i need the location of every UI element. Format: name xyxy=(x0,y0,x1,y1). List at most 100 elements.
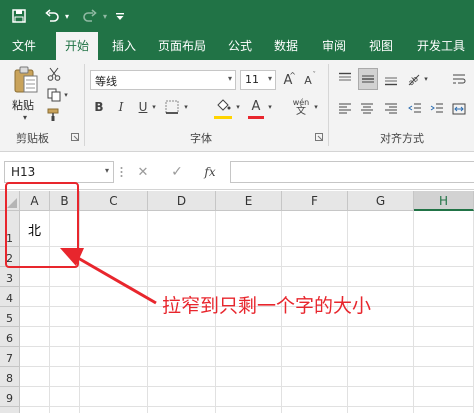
phonetic-icon[interactable]: wén 文 xyxy=(290,96,312,118)
align-bottom-icon[interactable] xyxy=(382,70,400,88)
highlight-box xyxy=(5,182,79,268)
column-header-d[interactable]: D xyxy=(148,191,216,211)
gridline xyxy=(20,286,474,287)
tab-home[interactable]: 开始 xyxy=(56,32,98,60)
paste-dropdown-icon[interactable]: ▾ xyxy=(20,112,30,122)
font-color-icon[interactable]: A xyxy=(248,96,264,116)
font-size-value: 11 xyxy=(245,73,259,86)
chevron-down-icon[interactable]: ▾ xyxy=(228,74,232,83)
tab-review[interactable]: 审阅 xyxy=(314,32,354,60)
chevron-down-icon[interactable]: ▾ xyxy=(266,102,274,112)
tab-view[interactable]: 视图 xyxy=(361,32,401,60)
gridline xyxy=(20,266,474,267)
alignment-group-label: 对齐方式 xyxy=(380,132,424,145)
insert-function-icon[interactable]: fx xyxy=(200,162,220,182)
row-header-3[interactable]: 3 xyxy=(0,267,20,287)
align-top-icon[interactable] xyxy=(336,70,354,88)
column-header-c[interactable]: C xyxy=(80,191,148,211)
fill-color-icon[interactable] xyxy=(214,96,232,116)
format-painter-icon[interactable] xyxy=(46,107,62,123)
align-left-icon[interactable] xyxy=(336,100,354,118)
font-launcher-icon[interactable] xyxy=(314,132,324,142)
enter-icon[interactable]: ✓ xyxy=(168,162,186,182)
shrink-font-icon[interactable]: Aˇ xyxy=(300,70,316,90)
align-center-icon[interactable] xyxy=(358,100,376,118)
borders-icon[interactable] xyxy=(164,98,180,116)
ribbon-home: 粘贴 ▾ ▾ 剪贴板 等线 ▾ 11 ▾ A ^ Aˇ B I U ▾ ▾ ▾ … xyxy=(0,60,474,152)
copy-icon[interactable] xyxy=(46,87,62,103)
column-header-g[interactable]: G xyxy=(348,191,414,211)
copy-dropdown-icon[interactable]: ▾ xyxy=(62,90,70,100)
excel-window: ▾ ▾ 文件 开始 插入 页面布局 公式 数据 审阅 视图 开发工具 粘贴 ▾ xyxy=(0,0,474,413)
row-header-6[interactable]: 6 xyxy=(0,327,20,347)
bold-button[interactable]: B xyxy=(92,98,106,116)
chevron-down-icon[interactable]: ▾ xyxy=(150,102,158,112)
clipboard-group-label: 剪贴板 xyxy=(16,132,49,145)
gridline xyxy=(20,246,474,247)
chevron-down-icon[interactable]: ▾ xyxy=(105,166,109,175)
tab-formulas[interactable]: 公式 xyxy=(220,32,260,60)
font-group-label: 字体 xyxy=(190,132,212,145)
row-header-5[interactable]: 5 xyxy=(0,307,20,327)
chevron-down-icon[interactable]: ▾ xyxy=(234,102,242,112)
gridline xyxy=(147,211,148,413)
undo-icon[interactable] xyxy=(42,0,62,32)
formula-input[interactable] xyxy=(230,161,474,183)
orientation-icon[interactable]: ab xyxy=(404,70,422,88)
tab-page-layout[interactable]: 页面布局 xyxy=(152,32,212,60)
fill-color-bar xyxy=(214,116,232,119)
paste-icon[interactable] xyxy=(12,66,40,94)
row-header-4[interactable]: 4 xyxy=(0,287,20,307)
underline-button[interactable]: U xyxy=(136,98,150,116)
group-divider xyxy=(328,64,329,146)
font-color-bar xyxy=(248,116,264,119)
gridline xyxy=(79,211,80,413)
paste-button-label[interactable]: 粘贴 xyxy=(12,97,34,113)
row-header-8[interactable]: 8 xyxy=(0,367,20,387)
ribbon-tabs: 文件 开始 插入 页面布局 公式 数据 审阅 视图 开发工具 xyxy=(0,32,474,60)
font-size-box[interactable]: 11 ▾ xyxy=(240,70,276,90)
title-bar: ▾ ▾ xyxy=(0,0,474,32)
tab-developer[interactable]: 开发工具 xyxy=(410,32,472,60)
chevron-down-icon[interactable]: ▾ xyxy=(422,74,430,84)
tab-insert[interactable]: 插入 xyxy=(104,32,144,60)
row-header-9[interactable]: 9 xyxy=(0,387,20,407)
redo-icon[interactable] xyxy=(80,0,100,32)
grow-font-icon[interactable]: A ^ xyxy=(280,70,296,90)
annotation-text: 拉窄到只剩一个字的大小 xyxy=(162,295,372,317)
increase-indent-icon[interactable] xyxy=(428,100,446,118)
tab-data[interactable]: 数据 xyxy=(266,32,306,60)
customize-icon[interactable] xyxy=(113,0,127,32)
tab-file[interactable]: 文件 xyxy=(4,32,44,60)
column-header-h[interactable]: H xyxy=(414,191,474,211)
column-header-e[interactable]: E xyxy=(216,191,282,211)
undo-dropdown-icon[interactable]: ▾ xyxy=(62,0,72,32)
redo-dropdown-icon[interactable]: ▾ xyxy=(100,0,110,32)
chevron-down-icon[interactable]: ▾ xyxy=(312,102,320,112)
clipboard-launcher-icon[interactable] xyxy=(70,132,80,142)
gridline xyxy=(20,406,474,407)
wrap-text-icon[interactable] xyxy=(450,70,468,88)
font-name-box[interactable]: 等线 ▾ xyxy=(90,70,236,90)
gridline xyxy=(20,326,474,327)
column-header-f[interactable]: F xyxy=(282,191,348,211)
row-header-7[interactable]: 7 xyxy=(0,347,20,367)
shrink-font-letter: A xyxy=(304,73,312,87)
merge-center-icon[interactable] xyxy=(450,100,468,118)
gridline xyxy=(20,346,474,347)
chevron-down-icon[interactable]: ▾ xyxy=(268,74,272,83)
italic-button[interactable]: I xyxy=(114,98,128,116)
chevron-down-icon[interactable]: ▾ xyxy=(182,102,190,112)
decrease-indent-icon[interactable] xyxy=(406,100,424,118)
cancel-icon[interactable]: ✕ xyxy=(134,162,152,182)
gridline xyxy=(20,386,474,387)
group-divider xyxy=(84,64,85,146)
more-options-icon[interactable] xyxy=(118,163,124,181)
align-right-icon[interactable] xyxy=(382,100,400,118)
row-header-10[interactable]: 10 xyxy=(0,407,20,413)
name-box[interactable]: H13 ▾ xyxy=(4,161,114,183)
gridline xyxy=(413,211,414,413)
save-icon[interactable] xyxy=(10,0,28,32)
align-middle-icon[interactable] xyxy=(358,68,378,90)
cut-icon[interactable] xyxy=(46,66,62,82)
